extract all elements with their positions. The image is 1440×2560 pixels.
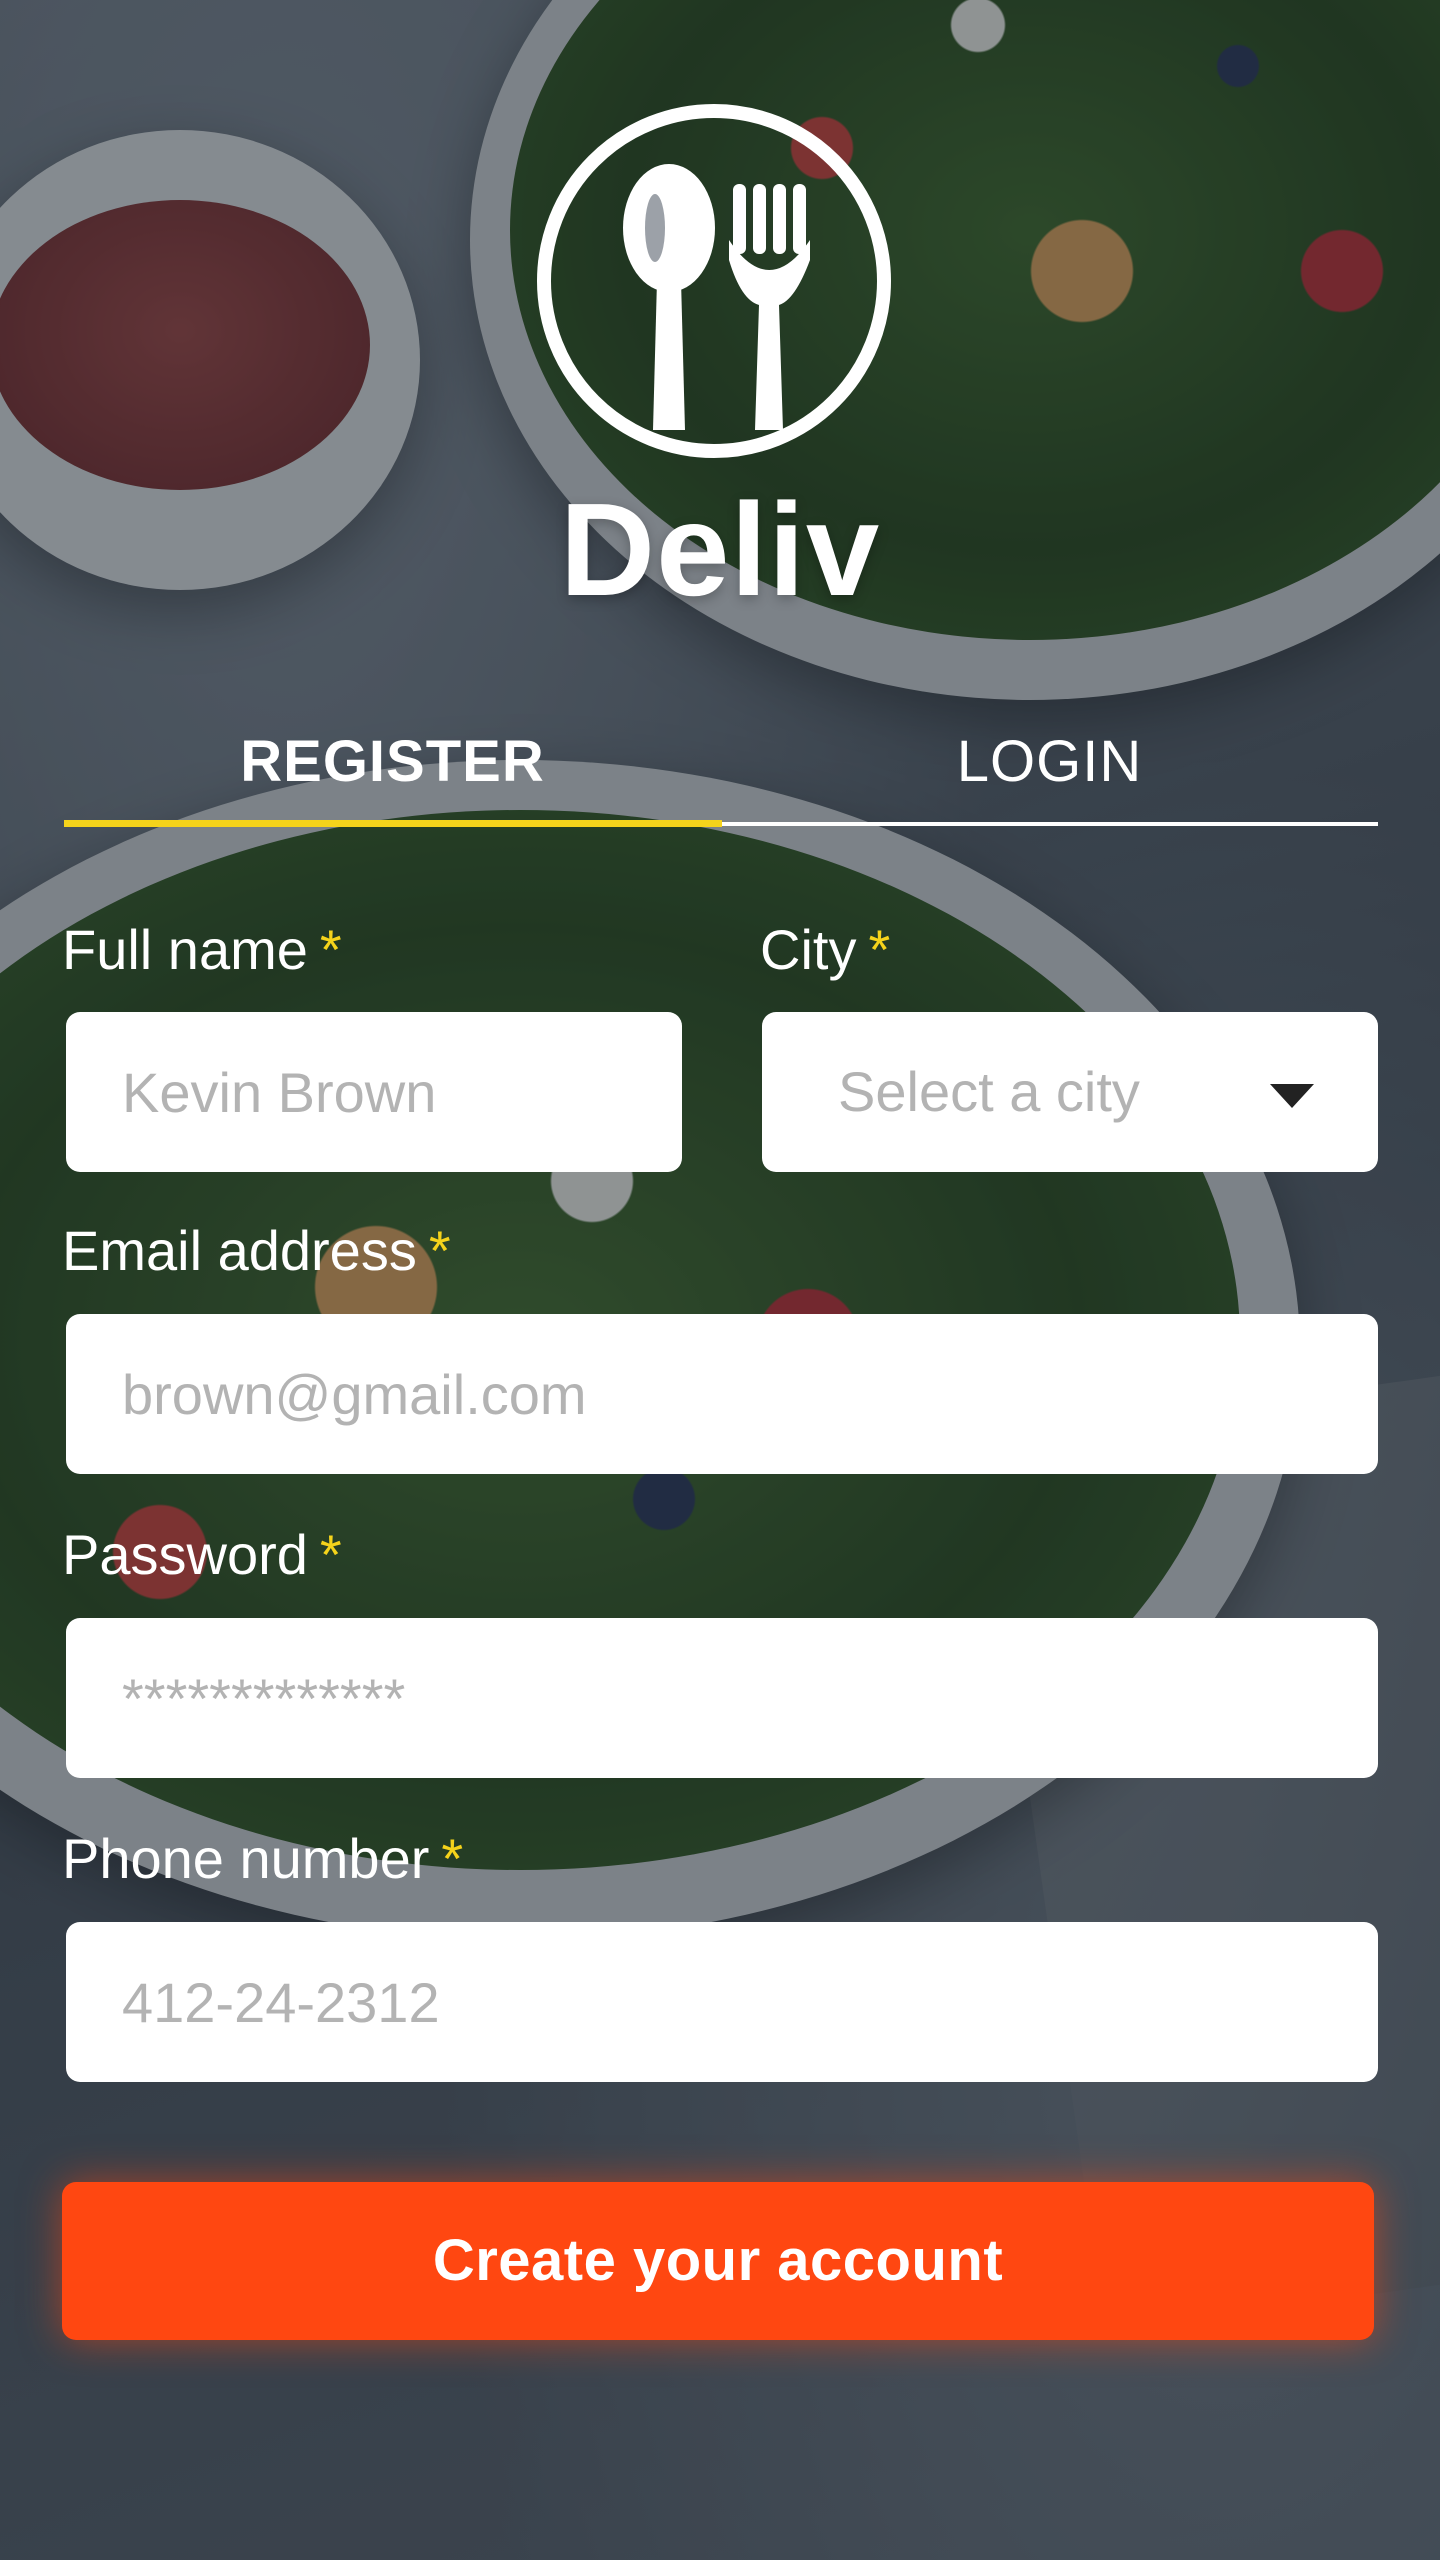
password-input[interactable] [122, 1618, 1378, 1778]
register-screen: Deliv REGISTER LOGIN Full name* City* Se… [0, 0, 1440, 2560]
tab-register[interactable]: REGISTER [64, 720, 721, 820]
phone-input[interactable] [122, 1922, 1378, 2082]
auth-tabs: REGISTER LOGIN [64, 720, 1378, 830]
full-name-field[interactable] [66, 1012, 682, 1172]
required-mark: * [319, 1523, 342, 1586]
spoon-fork-icon [533, 100, 895, 462]
email-label-text: Email address [62, 1219, 417, 1282]
city-label-text: City [760, 918, 857, 981]
email-label: Email address * [62, 1216, 451, 1286]
password-label-text: Password [62, 1523, 308, 1586]
active-tab-indicator [64, 820, 722, 827]
required-mark: * [441, 1827, 464, 1890]
email-field[interactable] [66, 1314, 1378, 1474]
phone-label-text: Phone number [62, 1827, 430, 1890]
city-select[interactable]: Select a city [762, 1012, 1378, 1172]
tab-login[interactable]: LOGIN [721, 720, 1378, 820]
create-account-button[interactable]: Create your account [62, 2182, 1374, 2340]
full-name-input[interactable] [122, 1012, 682, 1172]
brand-name: Deliv [559, 476, 881, 623]
city-select-value: Select a city [838, 1060, 1140, 1123]
password-label: Password * [62, 1520, 342, 1590]
full-name-label-text: Full name [62, 918, 308, 981]
required-mark: * [868, 918, 891, 981]
full-name-label: Full name * [62, 915, 342, 985]
city-label: City * [760, 915, 890, 985]
password-field[interactable] [66, 1618, 1378, 1778]
phone-label: Phone number * [62, 1824, 463, 1894]
required-mark: * [319, 918, 342, 981]
tab-divider [722, 822, 1378, 826]
chevron-down-icon[interactable] [1270, 1084, 1314, 1108]
phone-field[interactable] [66, 1922, 1378, 2082]
email-input[interactable] [122, 1314, 1378, 1474]
required-mark: * [428, 1219, 451, 1282]
